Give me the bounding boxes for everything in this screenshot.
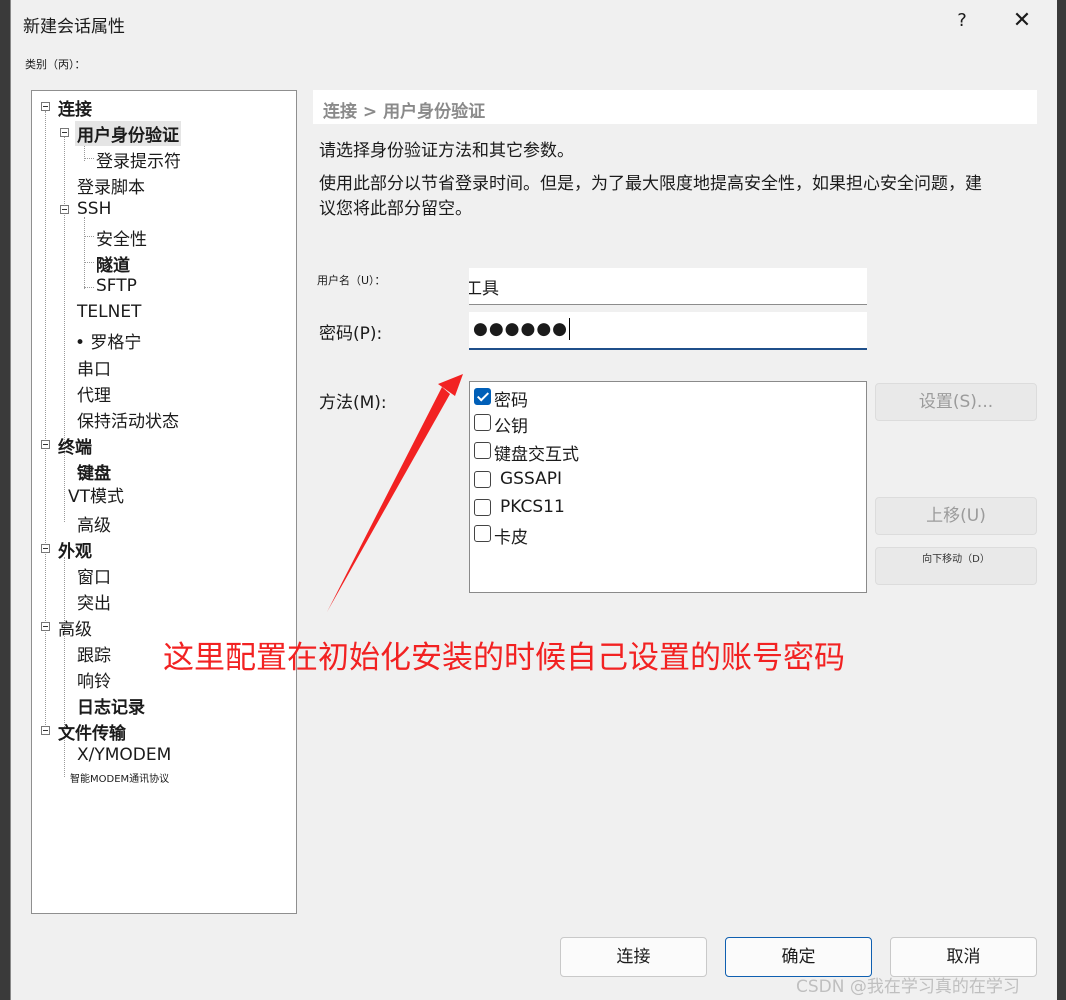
annotation-arrow <box>327 374 463 612</box>
annotation-text: 这里配置在初始化安装的时候自己设置的账号密码 <box>163 640 845 676</box>
watermark: CSDN @我在学习真的在学习 <box>796 977 1020 997</box>
arrow-shaft <box>327 387 450 612</box>
